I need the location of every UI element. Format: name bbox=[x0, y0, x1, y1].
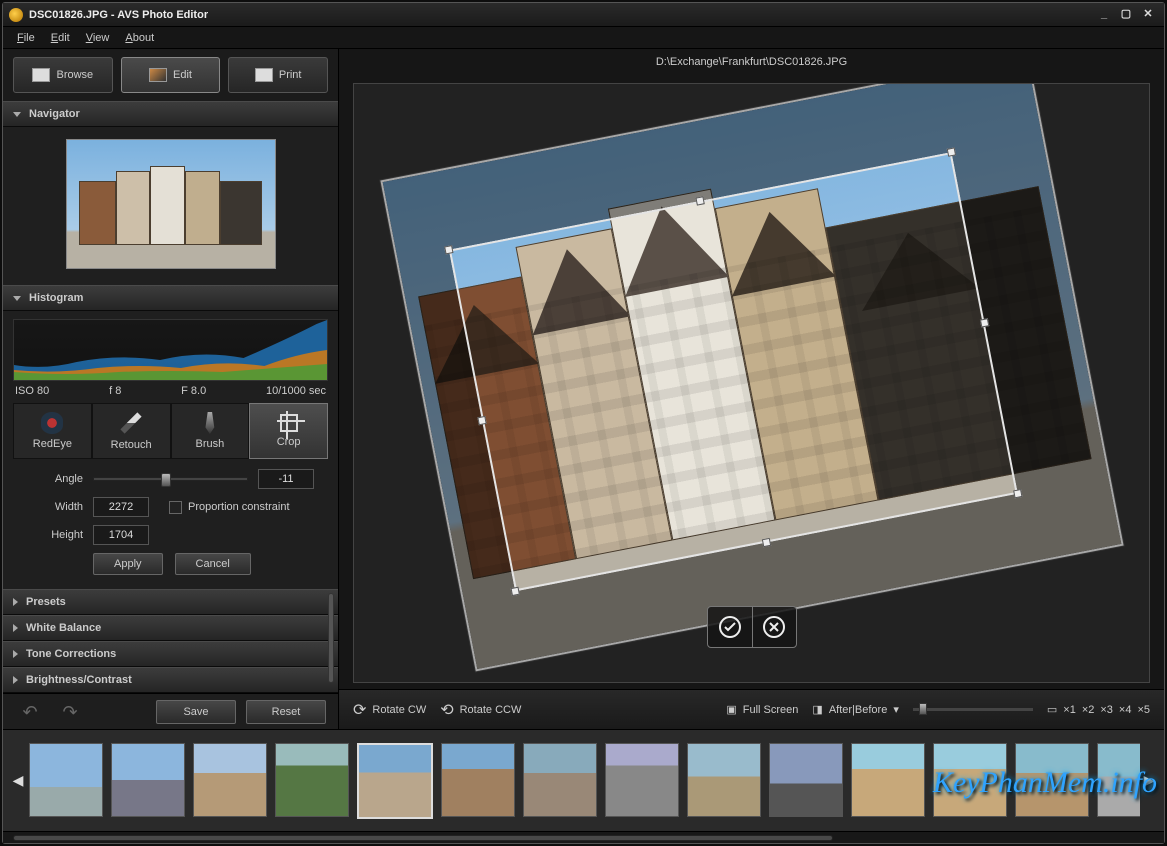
meta-shutter: 10/1000 sec bbox=[266, 385, 326, 397]
menu-edit[interactable]: Edit bbox=[51, 32, 70, 44]
zoom-4x[interactable]: ×4 bbox=[1119, 704, 1132, 716]
thumb-12[interactable] bbox=[933, 743, 1007, 817]
zoom-slider[interactable] bbox=[913, 708, 1033, 711]
mode-print-label: Print bbox=[279, 69, 302, 81]
fullscreen-button[interactable]: ▣Full Screen bbox=[726, 703, 798, 716]
confirm-crop-button[interactable] bbox=[708, 607, 752, 647]
menu-about[interactable]: About bbox=[125, 32, 154, 44]
sidebar-scrollbar[interactable] bbox=[328, 593, 334, 683]
brush-icon bbox=[199, 412, 221, 434]
filmstrip-next[interactable]: ▶ bbox=[1140, 736, 1158, 826]
thumb-5[interactable] bbox=[357, 743, 433, 819]
thumb-11[interactable] bbox=[851, 743, 925, 817]
panel-histogram-header[interactable]: Histogram bbox=[3, 285, 338, 311]
save-button[interactable]: Save bbox=[156, 700, 236, 724]
thumb-6[interactable] bbox=[441, 743, 515, 817]
zoom-fit-icon[interactable]: ▭ bbox=[1047, 703, 1057, 716]
panel-white-balance[interactable]: White Balance bbox=[3, 615, 338, 641]
window-title: DSC01826.JPG - AVS Photo Editor bbox=[29, 9, 1094, 21]
canvas-area[interactable] bbox=[353, 83, 1150, 683]
cancel-crop-button[interactable] bbox=[752, 607, 796, 647]
maximize-button[interactable]: ▢ bbox=[1116, 8, 1136, 22]
retouch-icon bbox=[121, 412, 142, 433]
histogram-display bbox=[13, 319, 328, 381]
pencil-icon bbox=[149, 68, 167, 82]
meta-iso: ISO 80 bbox=[15, 385, 49, 397]
mode-browse-label: Browse bbox=[56, 69, 93, 81]
minimize-button[interactable]: _ bbox=[1094, 8, 1114, 22]
zoom-5x[interactable]: ×5 bbox=[1137, 704, 1150, 716]
panel-navigator-header[interactable]: Navigator bbox=[3, 101, 338, 127]
proportion-checkbox[interactable] bbox=[169, 501, 182, 514]
rotate-ccw-button[interactable]: ⟲Rotate CCW bbox=[440, 700, 521, 720]
panel-tone-corrections[interactable]: Tone Corrections bbox=[3, 641, 338, 667]
undo-button[interactable]: ↶ bbox=[15, 702, 45, 722]
zoom-2x[interactable]: ×2 bbox=[1082, 704, 1095, 716]
app-icon bbox=[9, 8, 23, 22]
cancel-button[interactable]: Cancel bbox=[175, 553, 251, 575]
angle-value[interactable]: -11 bbox=[258, 469, 314, 489]
file-path: D:\Exchange\Frankfurt\DSC01826.JPG bbox=[656, 56, 847, 68]
panel-brightness-contrast[interactable]: Brightness/Contrast bbox=[3, 667, 338, 693]
reset-button[interactable]: Reset bbox=[246, 700, 326, 724]
proportion-label: Proportion constraint bbox=[188, 501, 290, 513]
width-value[interactable]: 2272 bbox=[93, 497, 149, 517]
width-label: Width bbox=[27, 501, 83, 513]
close-button[interactable]: ✕ bbox=[1138, 8, 1158, 22]
thumb-3[interactable] bbox=[193, 743, 267, 817]
height-value[interactable]: 1704 bbox=[93, 525, 149, 545]
mode-edit-label: Edit bbox=[173, 69, 192, 81]
mode-browse[interactable]: Browse bbox=[13, 57, 113, 93]
thumb-14[interactable] bbox=[1097, 743, 1140, 817]
thumb-9[interactable] bbox=[687, 743, 761, 817]
tool-brush[interactable]: Brush bbox=[171, 403, 250, 459]
thumb-7[interactable] bbox=[523, 743, 597, 817]
filmstrip-prev[interactable]: ◀ bbox=[9, 736, 27, 826]
eye-icon bbox=[41, 412, 63, 434]
thumb-1[interactable] bbox=[29, 743, 103, 817]
panel-presets[interactable]: Presets bbox=[3, 589, 338, 615]
menu-view[interactable]: View bbox=[86, 32, 110, 44]
meta-aperture: F 8.0 bbox=[181, 385, 206, 397]
mode-print[interactable]: Print bbox=[228, 57, 328, 93]
angle-slider[interactable] bbox=[93, 477, 248, 481]
thumb-4[interactable] bbox=[275, 743, 349, 817]
dropdown-icon: ▾ bbox=[893, 703, 899, 716]
thumb-10[interactable] bbox=[769, 743, 843, 817]
crop-icon bbox=[280, 414, 298, 432]
mode-edit[interactable]: Edit bbox=[121, 57, 221, 93]
rotate-cw-button[interactable]: ⟳Rotate CW bbox=[353, 700, 426, 720]
navigator-label: Navigator bbox=[29, 108, 80, 120]
rotate-ccw-icon: ⟲ bbox=[440, 700, 453, 720]
apply-button[interactable]: Apply bbox=[93, 553, 163, 575]
thumb-13[interactable] bbox=[1015, 743, 1089, 817]
tool-redeye[interactable]: RedEye bbox=[13, 403, 92, 459]
folder-icon bbox=[32, 68, 50, 82]
tool-retouch[interactable]: Retouch bbox=[92, 403, 171, 459]
thumb-2[interactable] bbox=[111, 743, 185, 817]
after-before-button[interactable]: ◨After|Before▾ bbox=[812, 703, 898, 716]
horizontal-scrollbar[interactable] bbox=[3, 831, 1164, 843]
menu-file[interactable]: File bbox=[17, 32, 35, 44]
meta-focal: f 8 bbox=[109, 385, 121, 397]
thumb-8[interactable] bbox=[605, 743, 679, 817]
redo-button[interactable]: ↷ bbox=[55, 702, 85, 722]
zoom-3x[interactable]: ×3 bbox=[1100, 704, 1113, 716]
histogram-label: Histogram bbox=[29, 292, 83, 304]
fullscreen-icon: ▣ bbox=[726, 703, 736, 716]
tool-crop[interactable]: Crop bbox=[249, 403, 328, 459]
navigator-thumbnail[interactable] bbox=[66, 139, 276, 269]
filmstrip bbox=[27, 739, 1140, 823]
compare-icon: ◨ bbox=[812, 703, 822, 716]
zoom-1x[interactable]: ×1 bbox=[1063, 704, 1076, 716]
rotate-cw-icon: ⟳ bbox=[353, 700, 366, 720]
height-label: Height bbox=[27, 529, 83, 541]
angle-label: Angle bbox=[27, 473, 83, 485]
printer-icon bbox=[255, 68, 273, 82]
